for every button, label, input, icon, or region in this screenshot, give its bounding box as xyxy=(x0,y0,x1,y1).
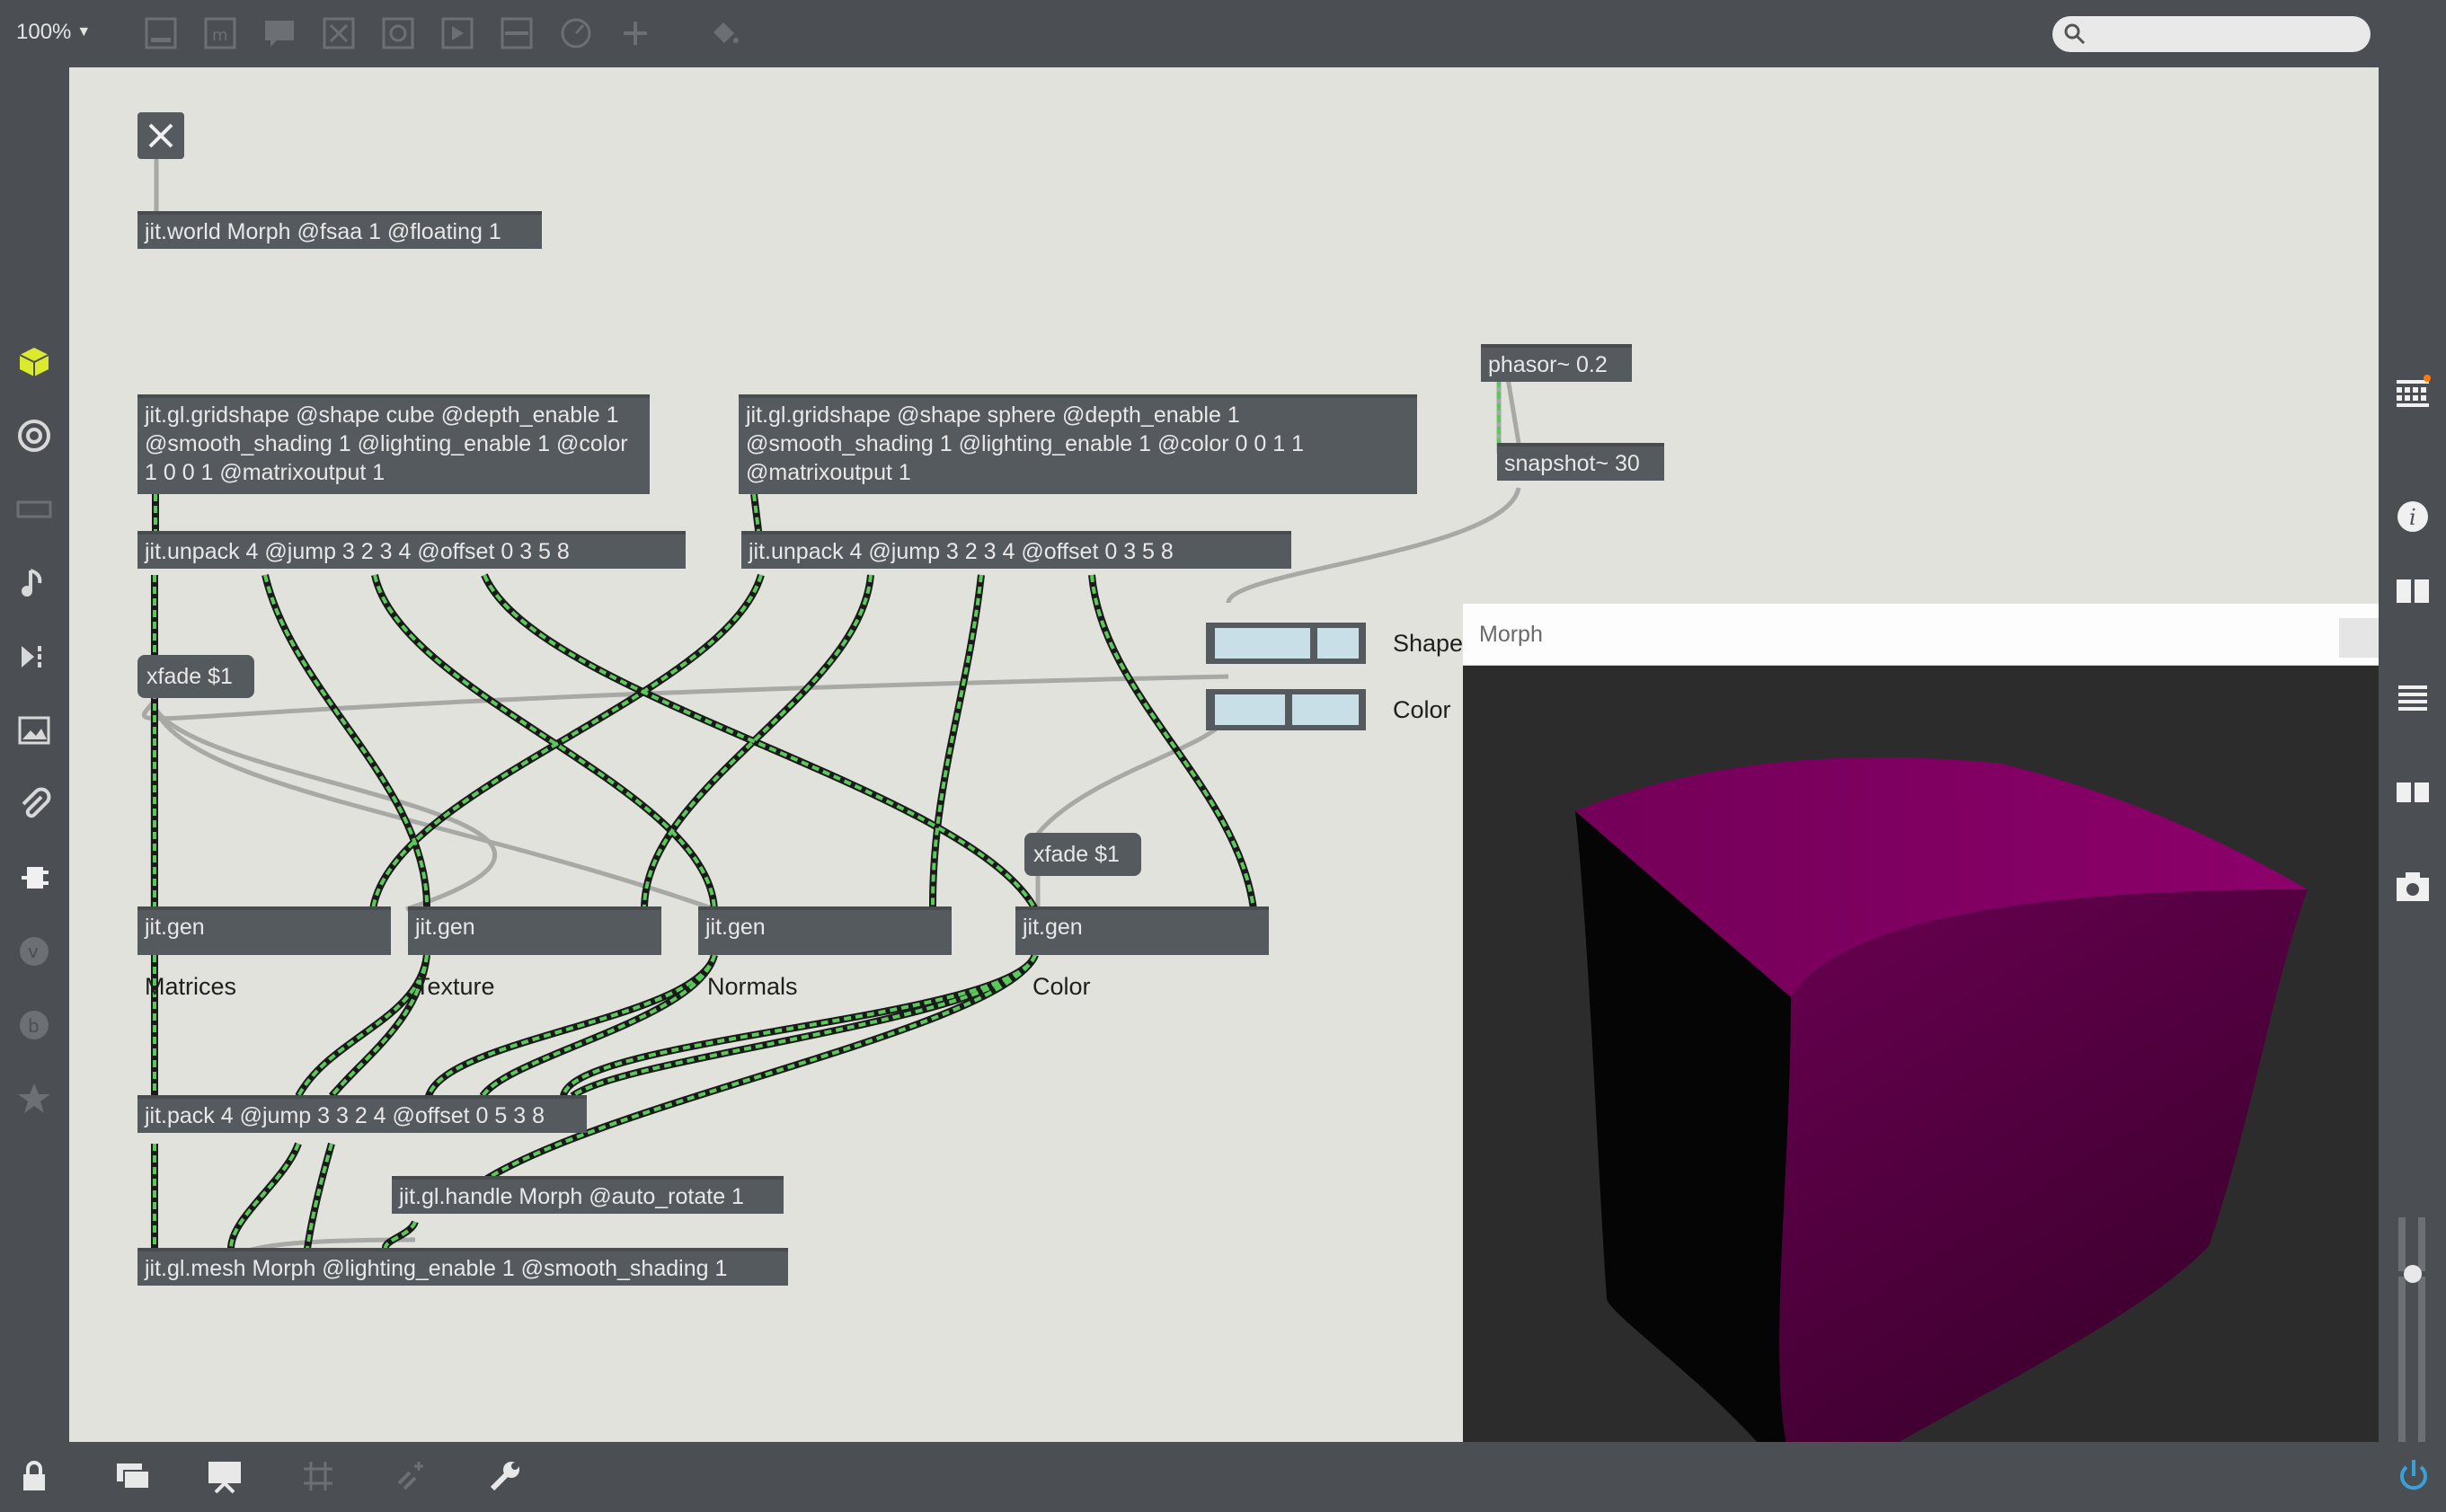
morph-render-window[interactable]: Morph xyxy=(1463,604,2379,1445)
color-slider[interactable] xyxy=(1206,689,1366,730)
windows-icon[interactable] xyxy=(113,1456,153,1496)
svg-text:i: i xyxy=(2409,505,2416,530)
shape-slider-thumb[interactable] xyxy=(1310,628,1317,659)
zoom-menu[interactable]: 100% ▼ xyxy=(16,20,91,45)
gridshape-cube-object[interactable]: jit.gl.gridshape @shape cube @depth_enab… xyxy=(137,394,650,494)
volume-icon[interactable] xyxy=(2393,1217,2433,1451)
jit-gen-matrices[interactable]: jit.gen xyxy=(137,906,391,955)
media-icon[interactable] xyxy=(14,637,54,676)
star-icon[interactable] xyxy=(14,1079,54,1119)
xfade-message-2[interactable]: xfade $1 xyxy=(1024,833,1141,876)
jit-gen-normals[interactable]: jit.gen xyxy=(698,906,952,955)
snapshot-object[interactable]: snapshot~ 30 xyxy=(1497,443,1664,481)
gridshape-sphere-object[interactable]: jit.gl.gridshape @shape sphere @depth_en… xyxy=(739,394,1417,494)
shape-slider[interactable] xyxy=(1206,623,1366,664)
add-object-icon[interactable] xyxy=(618,16,652,50)
svg-text:v: v xyxy=(28,941,39,962)
list-icon[interactable] xyxy=(2393,678,2433,718)
cube-front-face xyxy=(1779,889,2308,1445)
wrench-icon[interactable] xyxy=(485,1456,525,1496)
unpack-left-object[interactable]: jit.unpack 4 @jump 3 2 3 4 @offset 0 3 5… xyxy=(137,531,686,569)
plugin-icon[interactable] xyxy=(14,858,54,897)
texture-label: Texture xyxy=(415,973,495,1000)
shape-slider-track xyxy=(1215,628,1359,659)
playbar-icon[interactable] xyxy=(440,16,474,50)
left-sidebar: v b xyxy=(0,67,69,1442)
message-icon[interactable]: m xyxy=(203,16,237,50)
slider-icon[interactable] xyxy=(500,16,534,50)
window-close-button[interactable] xyxy=(2339,618,2379,658)
power-icon[interactable] xyxy=(2394,1456,2433,1496)
toggle-icon[interactable] xyxy=(322,16,356,50)
color-slider-thumb[interactable] xyxy=(1285,694,1292,725)
zoom-value: 100% xyxy=(16,20,72,44)
shape-label: Shape xyxy=(1393,630,1464,657)
morph-3d-view[interactable] xyxy=(1463,665,2379,1445)
presentation-mode-icon[interactable] xyxy=(205,1456,244,1496)
jit-gl-mesh-object[interactable]: jit.gl.mesh Morph @lighting_enable 1 @sm… xyxy=(137,1248,788,1286)
jit-gen-texture[interactable]: jit.gen xyxy=(408,906,661,955)
normals-label: Normals xyxy=(707,973,798,1000)
keyboard-icon[interactable] xyxy=(14,490,54,529)
grid-icon[interactable] xyxy=(298,1456,338,1496)
bottom-toolbar xyxy=(0,1442,2446,1512)
right-sidebar: i xyxy=(2379,67,2446,1451)
morph-title-bar[interactable]: Morph xyxy=(1463,604,2379,666)
book-icon[interactable] xyxy=(2393,570,2433,610)
lock-icon[interactable] xyxy=(14,1456,54,1496)
search-icon xyxy=(2064,23,2086,45)
toolbar: 100% ▼ m xyxy=(0,0,2446,67)
chevron-down-icon: ▼ xyxy=(76,24,92,40)
v-icon[interactable]: v xyxy=(14,932,54,971)
unpack-right-object[interactable]: jit.unpack 4 @jump 3 2 3 4 @offset 0 3 5… xyxy=(741,531,1291,569)
music-note-icon[interactable] xyxy=(14,563,54,603)
color-label: Color xyxy=(1032,973,1091,1000)
search-input[interactable] xyxy=(2092,20,2362,49)
snap-icon[interactable] xyxy=(392,1456,431,1496)
presentation-icon[interactable] xyxy=(144,16,178,50)
jit-world-object[interactable]: jit.world Morph @fsaa 1 @floating 1 xyxy=(137,211,542,249)
svg-text:m: m xyxy=(212,26,228,45)
xfade-message-1[interactable]: xfade $1 xyxy=(137,655,254,698)
info-icon[interactable]: i xyxy=(2393,497,2433,536)
morph-window-title: Morph xyxy=(1479,622,1543,647)
jit-pack-object[interactable]: jit.pack 4 @jump 3 3 2 4 @offset 0 5 3 8 xyxy=(137,1095,587,1133)
color-slider-label: Color xyxy=(1393,696,1451,723)
image-icon[interactable] xyxy=(14,711,54,750)
calendar-grid-icon[interactable] xyxy=(2393,373,2433,412)
svg-text:b: b xyxy=(28,1015,40,1037)
jit-gl-handle-object[interactable]: jit.gl.handle Morph @auto_rotate 1 xyxy=(392,1176,784,1214)
toggle-button[interactable] xyxy=(137,112,184,159)
b-icon[interactable]: b xyxy=(14,1005,54,1045)
paperclip-icon[interactable] xyxy=(14,784,54,824)
dial-icon[interactable] xyxy=(559,16,593,50)
comment-icon[interactable] xyxy=(262,16,297,50)
matrices-label: Matrices xyxy=(145,973,237,1000)
close-icon xyxy=(148,123,173,148)
target-icon[interactable] xyxy=(14,416,54,455)
phasor-object[interactable]: phasor~ 0.2 xyxy=(1481,344,1632,382)
snapshot-icon[interactable] xyxy=(2393,867,2433,906)
search-field[interactable] xyxy=(2052,16,2371,52)
jit-gen-color[interactable]: jit.gen xyxy=(1015,906,1269,955)
button-icon[interactable] xyxy=(381,16,415,50)
reference-icon[interactable] xyxy=(2393,772,2433,811)
cube-icon[interactable] xyxy=(14,342,54,382)
paint-bucket-icon[interactable] xyxy=(706,16,740,50)
